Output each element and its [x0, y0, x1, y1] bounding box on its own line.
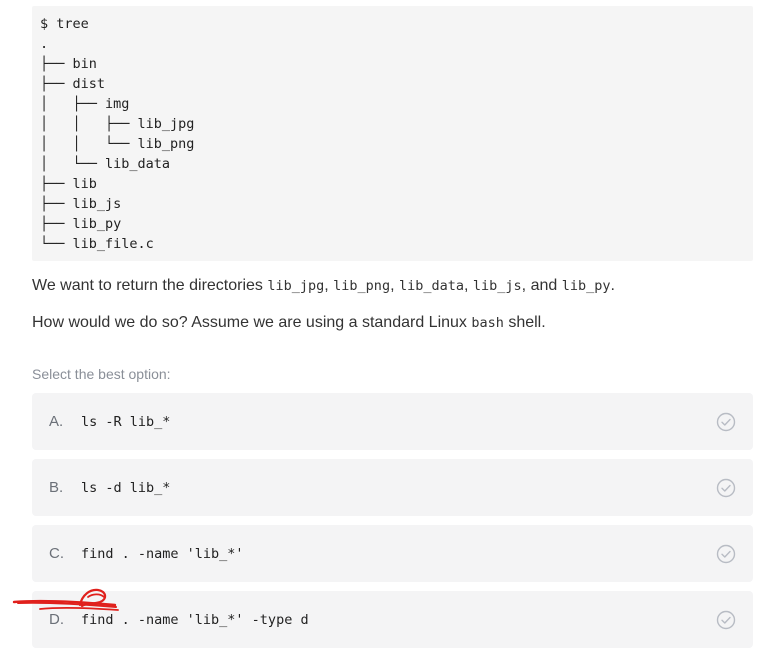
option-c[interactable]: C. find . -name 'lib_*' [32, 525, 753, 582]
dir-lib-js: lib_js [472, 278, 522, 294]
option-d[interactable]: D. find . -name 'lib_*' -type d [32, 591, 753, 648]
check-circle-icon [716, 610, 736, 630]
check-circle-icon [716, 478, 736, 498]
code-line: ├── lib_py [40, 216, 122, 232]
code-line: ├── bin [40, 56, 97, 72]
option-command: ls -R lib_* [81, 413, 171, 430]
code-line: │ ├── img [40, 96, 130, 112]
code-line: $ tree [40, 16, 89, 32]
option-b[interactable]: B. ls -d lib_* [32, 459, 753, 516]
option-letter: D. [49, 611, 64, 628]
check-circle-icon [716, 544, 736, 564]
option-letter: B. [49, 479, 64, 496]
option-command: find . -name 'lib_*' -type d [81, 611, 309, 628]
question-text-line-1: We want to return the directories lib_jp… [32, 277, 615, 294]
code-line: └── lib_file.c [40, 236, 154, 252]
code-line: │ │ └── lib_png [40, 136, 195, 152]
tree-output-code-block: $ tree . ├── bin ├── dist │ ├── img │ │ … [32, 6, 753, 261]
bash-code: bash [471, 315, 504, 331]
option-letter: A. [49, 413, 64, 430]
question-text-line-2: How would we do so? Assume we are using … [32, 314, 546, 331]
code-line: . [40, 36, 49, 52]
option-a[interactable]: A. ls -R lib_* [32, 393, 753, 450]
code-line: │ └── lib_data [40, 156, 171, 172]
tree-output: $ tree . ├── bin ├── dist │ ├── img │ │ … [32, 6, 753, 254]
dir-lib-png: lib_png [333, 278, 391, 294]
option-command: ls -d lib_* [81, 479, 171, 496]
dir-lib-data: lib_data [398, 278, 464, 294]
dir-lib-jpg: lib_jpg [267, 278, 325, 294]
code-line: │ │ ├── lib_jpg [40, 116, 195, 132]
code-line: ├── lib [40, 176, 97, 192]
option-command: find . -name 'lib_*' [81, 545, 244, 562]
code-line: ├── dist [40, 76, 106, 92]
code-line: ├── lib_js [40, 196, 122, 212]
dir-lib-py: lib_py [561, 278, 611, 294]
check-circle-icon [716, 412, 736, 432]
select-label: Select the best option: [32, 366, 171, 382]
option-letter: C. [49, 545, 64, 562]
